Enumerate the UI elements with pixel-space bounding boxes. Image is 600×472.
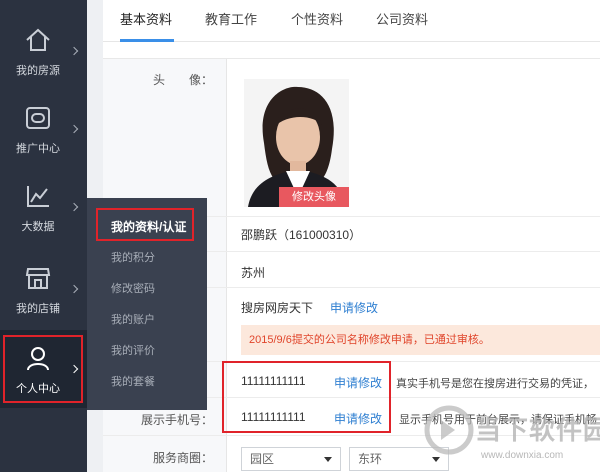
chevron-right-icon [69,46,79,56]
sidebar-item-label: 大数据 [21,221,55,233]
city-value: 苏州 [241,266,266,280]
tab-company-info[interactable]: 公司资料 [376,9,428,28]
sidebar-item-promotion[interactable]: 推广中心 [0,90,87,168]
highlight-box-phone [222,361,391,433]
name-value: 邵鹏跃（161000310） [241,228,362,242]
watermark-text: 当下软件园 [475,415,600,445]
sidebar-item-label: 推广中心 [16,143,60,155]
sidebar-item-big-data[interactable]: 大数据 [0,168,87,246]
avatar-label: 头 像： [152,73,213,87]
chevron-right-icon [69,202,79,212]
tab-bar: 基本资料 教育工作 个性资料 公司资料 [103,0,600,42]
tab-basic-info[interactable]: 基本资料 [120,9,172,28]
sidebar-item-label: 我的房源 [16,65,60,77]
sidebar-item-label: 我的店铺 [16,303,60,315]
submenu-item-my-reviews[interactable]: 我的评价 [87,336,207,367]
submenu-item-change-password[interactable]: 修改密码 [87,274,207,305]
watermark-url: www.downxia.com [481,450,564,461]
highlight-box-personal-center [3,335,83,403]
chevron-right-icon [69,284,79,294]
submenu-item-my-plan[interactable]: 我的套餐 [87,367,207,398]
home-icon [26,28,50,51]
district-select[interactable]: 园区 [241,447,341,471]
service-area-label: 服务商圈： [152,451,213,465]
chevron-right-icon [69,124,79,134]
change-avatar-button[interactable]: 修改头像 [279,187,349,207]
company-value: 搜房网房天下 [241,301,314,315]
submenu-item-my-points[interactable]: 我的积分 [87,243,207,274]
tab-education-work[interactable]: 教育工作 [205,9,257,28]
submenu-item-my-account[interactable]: 我的账户 [87,305,207,336]
district-select-value: 园区 [250,452,275,466]
active-tab-indicator [120,39,174,42]
area-select-value: 东环 [358,452,383,466]
sidebar-item-my-shop[interactable]: 我的店铺 [0,250,87,328]
approval-notice: 2015/9/6提交的公司名称修改申请，已通过审核。 [241,325,600,355]
watermark: 当下软件园 www.downxia.com [423,404,600,472]
shop-icon [25,268,51,289]
phone-note: 真实手机号是您在搜房进行交易的凭证， [396,378,594,390]
display-phone-label: 展示手机号： [140,413,213,427]
chevron-down-icon [324,457,332,462]
watermark-logo-icon [424,405,474,455]
chart-icon [27,186,49,207]
highlight-box-my-profile [96,208,194,241]
company-edit-link[interactable]: 申请修改 [330,299,378,316]
promotion-icon [26,107,50,129]
sidebar-item-my-listings[interactable]: 我的房源 [0,12,87,90]
tab-personal-info[interactable]: 个性资料 [291,9,343,28]
